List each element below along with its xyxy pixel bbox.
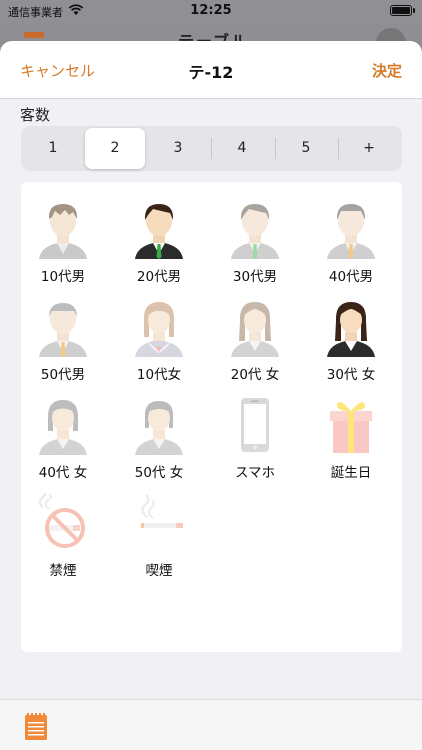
male-50s-icon: [39, 303, 87, 357]
guest-count-option-1[interactable]: 1: [23, 128, 83, 169]
smoking-icon: [141, 494, 183, 528]
attribute-label: スマホ: [234, 465, 276, 481]
male-20s-icon: [135, 204, 183, 259]
attribute-label: 10代男: [40, 269, 86, 285]
notepad-icon[interactable]: [24, 712, 48, 741]
table-sheet: キャンセル テ-12 決定 客数 1 2 3 4 5 + 10代男 20代男 3…: [0, 41, 422, 750]
bottom-toolbar: [0, 699, 422, 750]
female-40s-icon: [39, 400, 87, 455]
attribute-smartphone[interactable]: スマホ: [214, 395, 296, 485]
status-bar: 通信事業者 12:25: [0, 0, 422, 24]
attribute-label: 禁煙: [49, 563, 77, 579]
attribute-label: 40代男: [328, 269, 374, 285]
customer-attribute-grid: 10代男 20代男 30代男 40代男 50代男 10代女 20代 女 30代 …: [21, 182, 402, 652]
attribute-label: 喫煙: [145, 563, 173, 579]
male-40s-icon: [327, 204, 375, 259]
attribute-label: 30代 女: [326, 367, 376, 383]
no-smoking-icon: [38, 493, 85, 548]
attribute-smoking[interactable]: 喫煙: [118, 493, 200, 583]
attribute-no-smoking[interactable]: 禁煙: [22, 493, 104, 583]
attribute-male-20s[interactable]: 20代男: [118, 199, 200, 289]
battery-icon: [390, 5, 415, 16]
attribute-label: 20代 女: [230, 367, 280, 383]
attribute-birthday[interactable]: 誕生日: [310, 395, 392, 485]
female-30s-icon: [327, 302, 375, 357]
clock: 12:25: [190, 3, 232, 18]
guest-count-option-4[interactable]: 4: [212, 128, 272, 169]
female-teen-icon: [135, 302, 183, 357]
female-50s-icon: [135, 401, 183, 455]
attribute-female-30s[interactable]: 30代 女: [310, 297, 392, 387]
attribute-female-20s[interactable]: 20代 女: [214, 297, 296, 387]
attribute-female-40s[interactable]: 40代 女: [22, 395, 104, 485]
attribute-male-30s[interactable]: 30代男: [214, 199, 296, 289]
guest-count-option-more[interactable]: +: [339, 128, 399, 169]
attribute-male-50s[interactable]: 50代男: [22, 297, 104, 387]
male-teen-icon: [39, 204, 87, 259]
attribute-label: 50代 女: [134, 465, 184, 481]
attribute-label: 10代女: [136, 367, 182, 383]
menu-icon: [24, 32, 44, 38]
guest-count-option-3[interactable]: 3: [148, 128, 208, 169]
female-20s-icon: [231, 302, 279, 357]
gift-icon: [330, 402, 372, 453]
attribute-female-50s[interactable]: 50代 女: [118, 395, 200, 485]
attribute-label: 20代男: [136, 269, 182, 285]
guest-count-label: 客数: [20, 106, 51, 124]
attribute-male-10s[interactable]: 10代男: [22, 199, 104, 289]
attribute-label: 50代男: [40, 367, 86, 383]
done-button[interactable]: 決定: [372, 60, 402, 81]
attribute-label: 40代 女: [38, 465, 88, 481]
guest-count-selector: 1 2 3 4 5 +: [21, 126, 402, 171]
guest-count-option-2[interactable]: 2: [85, 128, 145, 169]
attribute-label: 誕生日: [330, 465, 372, 481]
attribute-male-40s[interactable]: 40代男: [310, 199, 392, 289]
guest-count-option-5[interactable]: 5: [276, 128, 336, 169]
smartphone-icon: [241, 398, 269, 452]
attribute-female-10s[interactable]: 10代女: [118, 297, 200, 387]
male-30s-icon: [231, 204, 279, 259]
page-title: テ-12: [188, 63, 234, 82]
navigation-bar: キャンセル テ-12 決定: [0, 41, 422, 99]
attribute-label: 30代男: [232, 269, 278, 285]
